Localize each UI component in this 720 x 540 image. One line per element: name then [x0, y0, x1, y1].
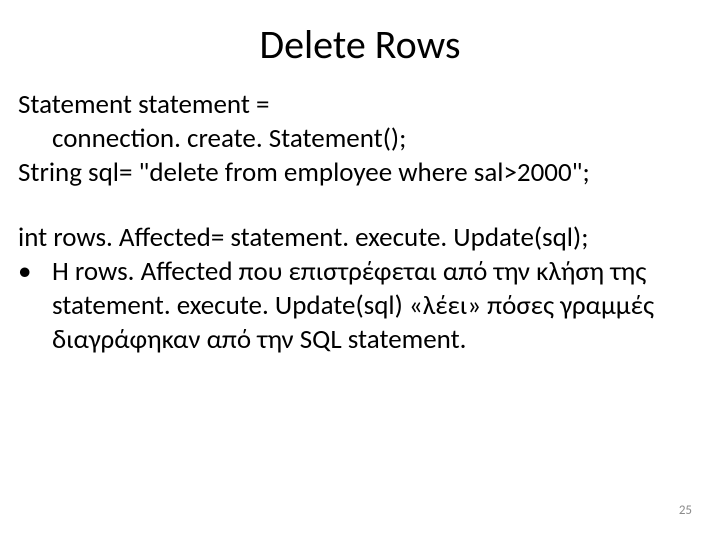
bullet-text: Η rows. Affected που επιστρέφεται από τη… [52, 255, 710, 356]
code-line-3: String sql= "delete from employee where … [18, 156, 710, 190]
code-line-4: int rows. Affected= statement. execute. … [18, 221, 710, 255]
slide-body: Statement statement = connection. create… [18, 88, 710, 356]
bullet-mark: • [18, 255, 52, 356]
code-line-2: connection. create. Statement(); [18, 122, 710, 156]
slide: Delete Rows Statement statement = connec… [0, 0, 720, 540]
spacer [18, 189, 710, 221]
page-number: 25 [679, 503, 692, 518]
code-line-1: Statement statement = [18, 88, 710, 122]
bullet-item: • Η rows. Affected που επιστρέφεται από … [18, 255, 710, 356]
slide-title: Delete Rows [0, 20, 720, 69]
